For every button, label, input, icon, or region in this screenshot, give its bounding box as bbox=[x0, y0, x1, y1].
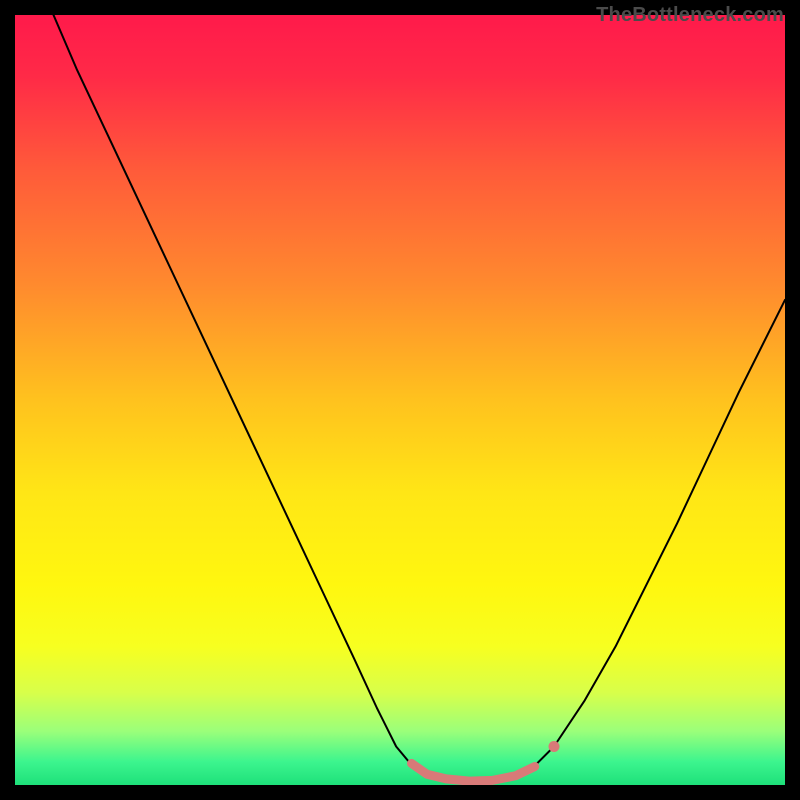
bottleneck-chart bbox=[15, 15, 785, 785]
watermark-text: TheBottleneck.com bbox=[596, 4, 784, 27]
highlight-dot bbox=[549, 741, 560, 752]
gradient-background bbox=[15, 15, 785, 785]
